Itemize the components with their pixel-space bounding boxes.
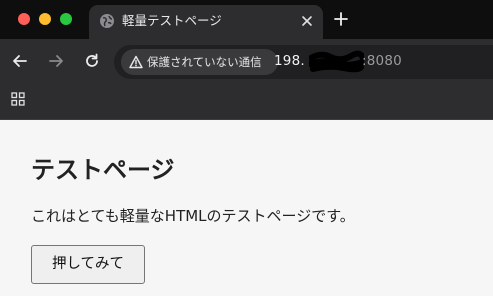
window-zoom-button[interactable] [60,13,72,25]
page-title: テストページ [31,156,175,184]
arrow-right-icon[interactable] [47,52,65,70]
bookmarks-bar [0,84,493,120]
window-close-button[interactable] [18,13,30,25]
globe-icon [100,14,114,28]
plus-icon[interactable] [332,10,350,28]
reload-icon[interactable] [83,52,101,70]
security-indicator-button[interactable]: 保護されていない通信 [121,49,278,75]
close-icon[interactable] [299,13,315,29]
page-paragraph: これはとても軽量なHTMLのテストページです。 [31,207,355,225]
address-bar[interactable]: 保護されていない通信 198. :8080 [114,45,493,79]
apps-grid-icon[interactable] [11,92,25,106]
page-content: テストページ これはとても軽量なHTMLのテストページです。 押してみて [0,120,493,296]
tab-strip: 軽量テストページ [0,0,493,39]
url-port[interactable]: :8080 [362,53,402,70]
security-label: 保護されていない通信 [147,55,262,69]
warning-triangle-icon [129,55,143,69]
window-minimize-button[interactable] [39,13,51,25]
url-host[interactable]: 198. [274,53,305,70]
arrow-left-icon[interactable] [11,52,29,70]
try-button[interactable]: 押してみて [31,245,145,284]
redaction-scribble [309,50,364,73]
tab-title: 軽量テストページ [122,13,222,28]
tab-active[interactable]: 軽量テストページ [89,5,323,39]
toolbar: 保護されていない通信 198. :8080 [0,39,493,84]
